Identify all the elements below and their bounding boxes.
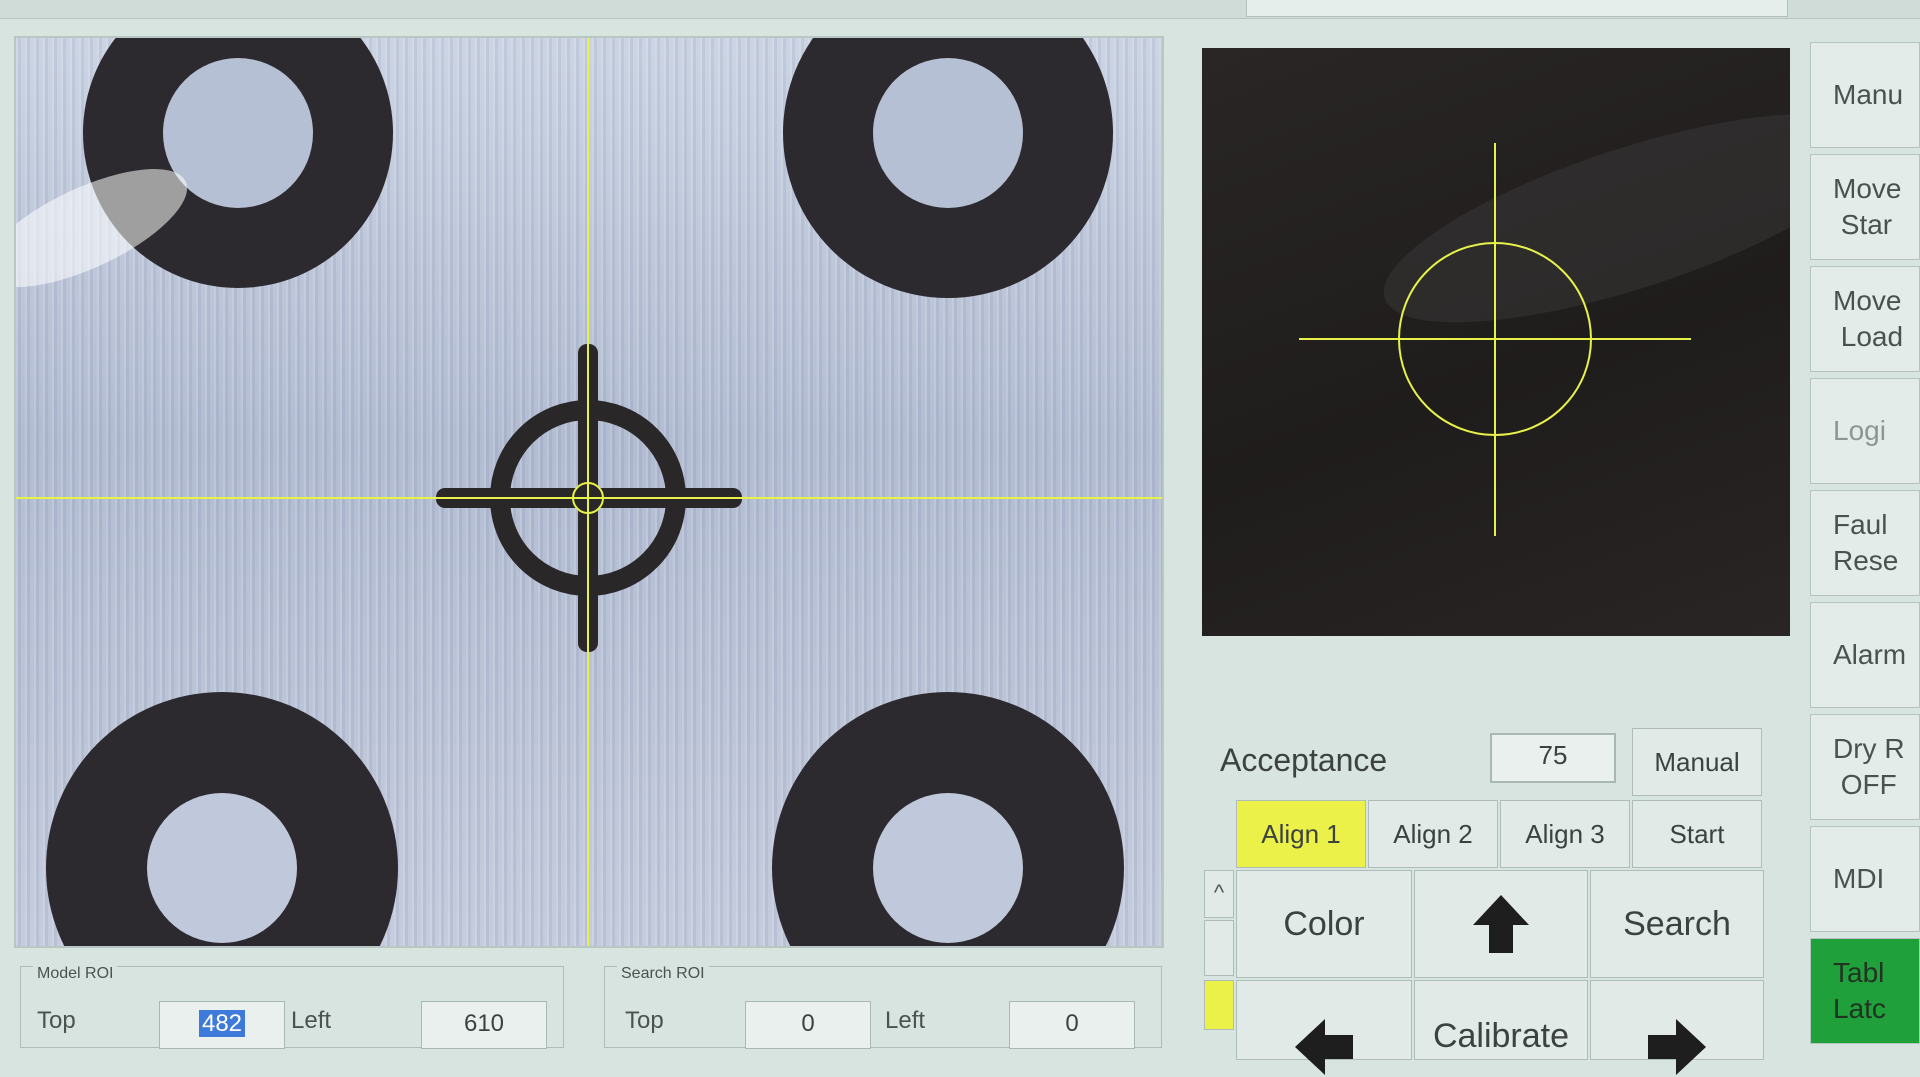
- sidebar-login-button[interactable]: Logi: [1810, 378, 1920, 484]
- search-roi-group: Search ROI Top 0 Left 0: [604, 965, 1162, 1049]
- search-button[interactable]: Search: [1590, 870, 1764, 978]
- camera-live-image: [16, 38, 1162, 946]
- search-roi-title: Search ROI: [617, 965, 709, 983]
- model-roi-title: Model ROI: [33, 965, 118, 983]
- tab-align-3[interactable]: Align 3: [1500, 800, 1630, 868]
- scroll-up-button[interactable]: ^: [1204, 870, 1234, 918]
- template-view: [1202, 48, 1790, 636]
- sidebar: Manu Move Star Move Load Logi Faul Rese …: [1810, 42, 1920, 1048]
- model-roi-left-field[interactable]: 610: [421, 1001, 547, 1049]
- scroll-thumb[interactable]: [1204, 980, 1234, 1030]
- sidebar-alarm-button[interactable]: Alarm: [1810, 602, 1920, 708]
- sidebar-fault-reset-button[interactable]: Faul Rese: [1810, 490, 1920, 596]
- sidebar-dry-run-button[interactable]: Dry R OFF: [1810, 714, 1920, 820]
- model-roi-top-field[interactable]: 482: [159, 1001, 285, 1049]
- model-roi-top-value: 482: [198, 1010, 246, 1037]
- arrow-left-icon: [1295, 1019, 1353, 1075]
- sidebar-move-start-button[interactable]: Move Star: [1810, 154, 1920, 260]
- jog-left-button[interactable]: [1236, 980, 1412, 1075]
- calibrate-button[interactable]: Calibrate: [1414, 980, 1588, 1060]
- model-roi-group: Model ROI Top 482 Left 610: [20, 965, 564, 1049]
- color-button[interactable]: Color: [1236, 870, 1412, 978]
- tab-align-2[interactable]: Align 2: [1368, 800, 1498, 868]
- arrow-right-icon: [1648, 1019, 1706, 1075]
- sidebar-table-latch-button[interactable]: Tabl Latc: [1810, 938, 1920, 1044]
- jog-up-button[interactable]: [1414, 870, 1588, 978]
- camera-live-view[interactable]: [14, 36, 1164, 948]
- search-roi-top-label: Top: [625, 1007, 664, 1034]
- arrow-up-icon: [1473, 895, 1529, 953]
- scroll-track[interactable]: [1204, 920, 1234, 976]
- sidebar-mdi-button[interactable]: MDI: [1810, 826, 1920, 932]
- search-roi-left-field[interactable]: 0: [1009, 1001, 1135, 1049]
- model-roi-left-label: Left: [291, 1007, 332, 1034]
- manual-button[interactable]: Manual: [1632, 728, 1762, 796]
- tab-align-1[interactable]: Align 1: [1236, 800, 1366, 868]
- start-button[interactable]: Start: [1632, 800, 1762, 868]
- model-roi-top-label: Top: [37, 1007, 76, 1034]
- sidebar-manual-button[interactable]: Manu: [1810, 42, 1920, 148]
- sidebar-move-load-button[interactable]: Move Load: [1810, 266, 1920, 372]
- template-crosshair: [1299, 113, 1790, 536]
- search-roi-left-label: Left: [885, 1007, 926, 1034]
- acceptance-value-field[interactable]: 75: [1490, 733, 1616, 783]
- jog-right-button[interactable]: [1590, 980, 1764, 1075]
- top-status-field: [1246, 0, 1788, 17]
- search-roi-top-field[interactable]: 0: [745, 1001, 871, 1049]
- acceptance-label: Acceptance: [1220, 742, 1388, 778]
